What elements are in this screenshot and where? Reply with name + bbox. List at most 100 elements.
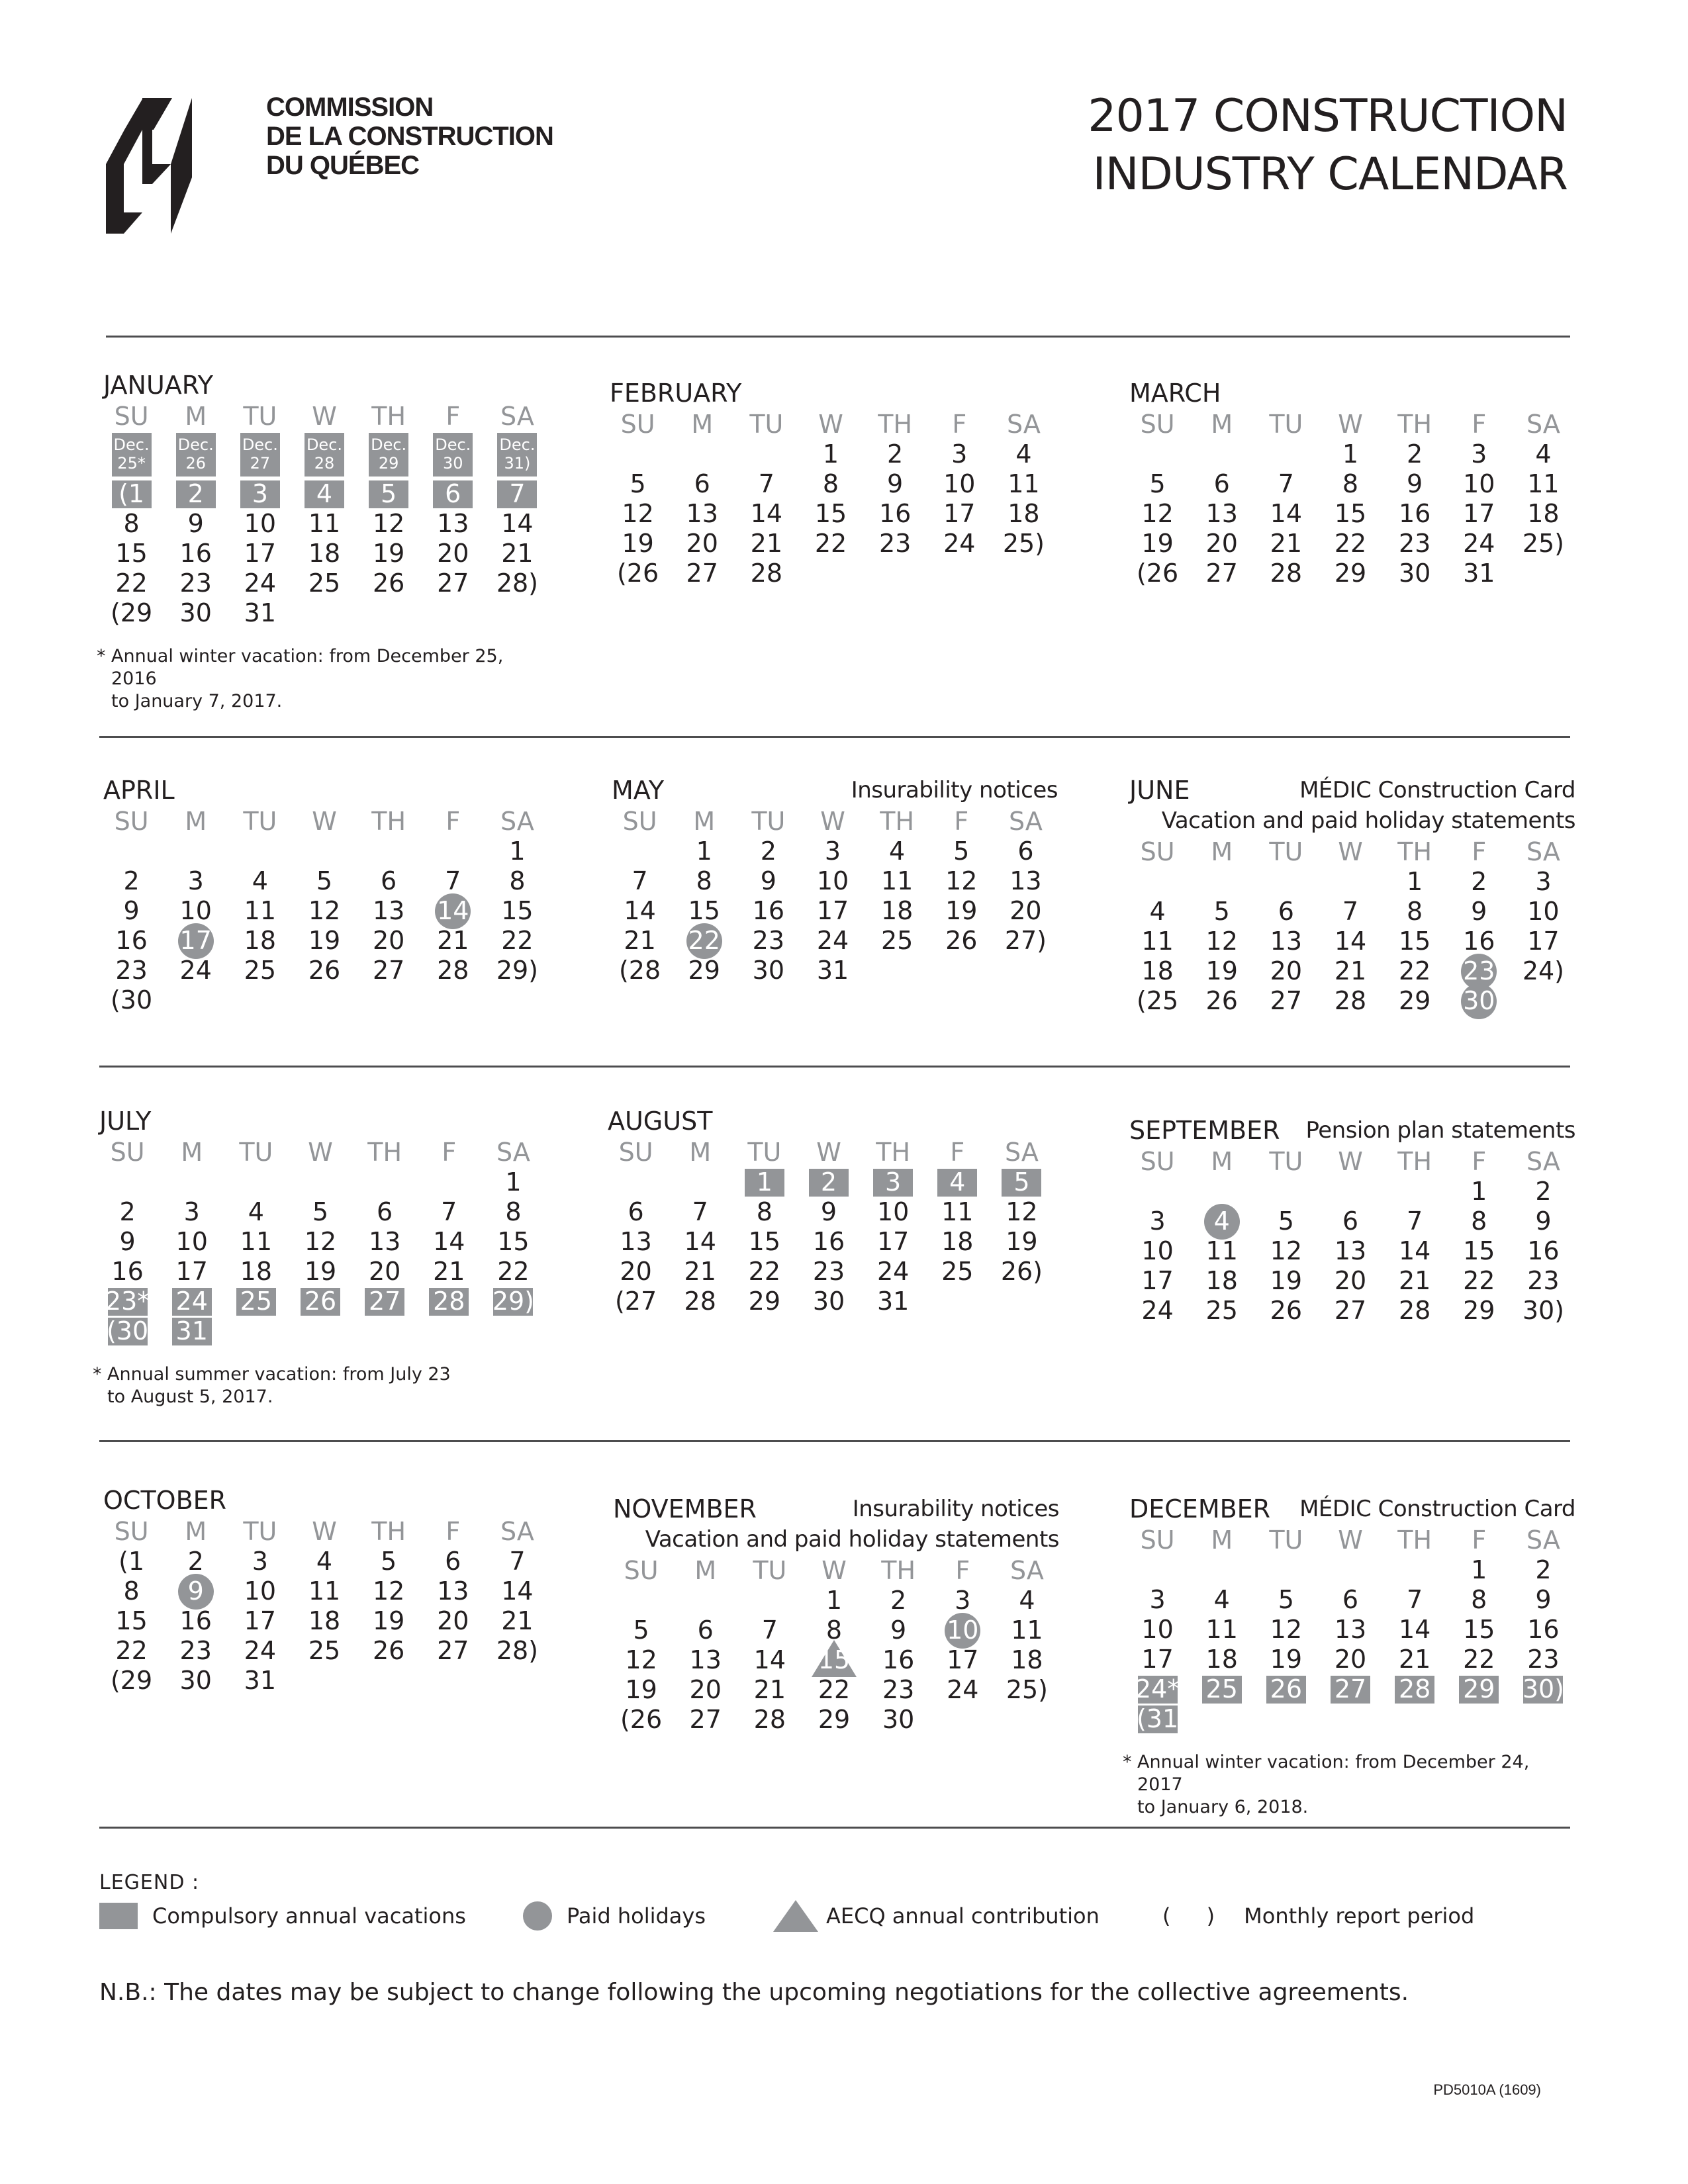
calendar-day[interactable]: (29 <box>99 1666 164 1696</box>
calendar-day[interactable]: 21 <box>1254 529 1318 559</box>
calendar-day[interactable]: 19 <box>929 896 994 926</box>
calendar-day[interactable]: 16 <box>164 1606 228 1636</box>
calendar-day[interactable]: 10 <box>228 509 292 539</box>
calendar-day[interactable]: 11 <box>992 469 1056 499</box>
calendar-day[interactable]: 21 <box>421 926 485 956</box>
calendar-day[interactable]: 12 <box>1254 1615 1318 1645</box>
calendar-day[interactable]: 1 <box>485 837 549 866</box>
calendar-day[interactable]: 10 <box>164 896 228 926</box>
calendar-day[interactable]: 15 <box>1447 1615 1511 1645</box>
calendar-day[interactable]: 5 <box>1125 469 1190 499</box>
calendar-day[interactable]: 4 <box>992 439 1056 469</box>
calendar-day[interactable]: 8 <box>1318 469 1382 499</box>
calendar-day[interactable]: 31 <box>228 598 292 628</box>
calendar-day[interactable]: 16 <box>796 1227 861 1257</box>
calendar-day[interactable]: 17 <box>1511 927 1575 956</box>
calendar-day[interactable]: 20 <box>1318 1645 1382 1674</box>
calendar-day[interactable]: 22 <box>798 529 863 559</box>
calendar-day[interactable]: 14 <box>1383 1236 1447 1266</box>
calendar-day[interactable]: 18 <box>292 1606 356 1636</box>
calendar-day[interactable]: 18 <box>292 539 356 569</box>
calendar-day[interactable]: 19 <box>288 1257 352 1287</box>
calendar-day[interactable]: 18 <box>865 896 929 926</box>
calendar-day[interactable]: 13 <box>994 866 1058 896</box>
calendar-day[interactable]: 19 <box>357 539 421 569</box>
calendar-day[interactable]: 24 <box>228 1636 292 1666</box>
calendar-day[interactable]: 20 <box>1254 956 1318 986</box>
calendar-day[interactable]: 11 <box>228 896 292 926</box>
calendar-day[interactable]: 10 <box>1125 1236 1190 1266</box>
calendar-day[interactable]: 15 <box>1318 499 1382 529</box>
calendar-day[interactable]: 5 <box>1254 1206 1318 1236</box>
calendar-day[interactable]: 1 <box>802 1586 866 1615</box>
calendar-day[interactable]: 8 <box>1383 897 1447 927</box>
calendar-day[interactable]: 23 <box>1383 529 1447 559</box>
calendar-day[interactable]: 10 <box>1125 1615 1190 1645</box>
calendar-day[interactable]: 18 <box>992 499 1056 529</box>
calendar-day[interactable]: 19 <box>609 1675 673 1705</box>
calendar-day[interactable]: 7 <box>1254 469 1318 499</box>
calendar-day[interactable]: 7 <box>417 1197 481 1227</box>
calendar-day[interactable]: (30 <box>95 1316 160 1346</box>
calendar-day[interactable]: 28 <box>1383 1296 1447 1326</box>
calendar-day[interactable]: 31 <box>800 956 865 985</box>
calendar-day[interactable]: 28) <box>485 1636 549 1666</box>
calendar-day[interactable]: 13 <box>421 509 485 539</box>
calendar-day[interactable]: 23 <box>736 926 800 956</box>
calendar-day[interactable]: 12 <box>1125 499 1190 529</box>
calendar-day[interactable]: 1 <box>481 1167 545 1197</box>
calendar-day[interactable]: 9 <box>1447 897 1511 927</box>
calendar-day[interactable]: 7 <box>485 479 549 509</box>
calendar-day[interactable]: 29 <box>732 1287 796 1316</box>
calendar-day[interactable]: 22 <box>732 1257 796 1287</box>
calendar-day[interactable]: 5 <box>288 1197 352 1227</box>
calendar-day[interactable]: 14 <box>421 893 485 929</box>
calendar-day[interactable]: 17 <box>800 896 865 926</box>
calendar-day[interactable]: 13 <box>673 1645 737 1675</box>
calendar-day[interactable]: 26 <box>357 1636 421 1666</box>
calendar-day[interactable]: 7 <box>1318 897 1382 927</box>
calendar-day[interactable]: 2 <box>164 1547 228 1576</box>
calendar-day[interactable]: 17 <box>228 539 292 569</box>
calendar-day[interactable]: 21 <box>1318 956 1382 986</box>
calendar-day[interactable]: 3 <box>1125 1206 1190 1236</box>
calendar-day[interactable]: 8 <box>1447 1206 1511 1236</box>
calendar-day[interactable]: 24 <box>164 956 228 985</box>
calendar-day[interactable]: 31 <box>160 1316 224 1346</box>
calendar-day[interactable]: 12 <box>288 1227 352 1257</box>
calendar-day[interactable]: 12 <box>292 896 356 926</box>
calendar-day[interactable]: 2 <box>99 866 164 896</box>
calendar-day[interactable]: 14 <box>485 1576 549 1606</box>
calendar-day[interactable]: 30 <box>164 1666 228 1696</box>
calendar-day[interactable]: 23 <box>863 529 927 559</box>
calendar-day[interactable]: 17 <box>927 499 992 529</box>
calendar-day[interactable]: 2 <box>796 1167 861 1197</box>
calendar-day[interactable]: 3 <box>1125 1585 1190 1615</box>
calendar-day[interactable]: 5 <box>357 479 421 509</box>
calendar-day[interactable]: 4 <box>1190 1203 1254 1240</box>
calendar-day[interactable]: 19 <box>292 926 356 956</box>
calendar-day[interactable]: 6 <box>1318 1206 1382 1236</box>
calendar-day[interactable]: 1 <box>1383 867 1447 897</box>
calendar-day[interactable]: 17 <box>1447 499 1511 529</box>
calendar-day[interactable]: 25 <box>228 956 292 985</box>
calendar-day[interactable]: 19 <box>990 1227 1054 1257</box>
calendar-day[interactable]: 15 <box>672 896 736 926</box>
calendar-day[interactable]: (28 <box>608 956 672 985</box>
calendar-day[interactable]: 1 <box>798 439 863 469</box>
calendar-day[interactable]: (27 <box>604 1287 668 1316</box>
calendar-day[interactable]: 30 <box>1383 559 1447 588</box>
calendar-day[interactable]: 9 <box>863 469 927 499</box>
calendar-day[interactable]: 26 <box>1190 986 1254 1016</box>
calendar-day[interactable]: 28 <box>421 956 485 985</box>
calendar-day[interactable]: 9 <box>164 509 228 539</box>
calendar-day[interactable]: 8 <box>481 1197 545 1227</box>
calendar-day[interactable]: 10 <box>228 1576 292 1606</box>
calendar-day[interactable]: 23 <box>164 569 228 598</box>
calendar-day[interactable]: 28 <box>1318 986 1382 1016</box>
calendar-day[interactable]: 7 <box>734 469 798 499</box>
calendar-day[interactable]: 13 <box>1318 1615 1382 1645</box>
calendar-day[interactable]: 27 <box>1254 986 1318 1016</box>
calendar-day[interactable]: 21 <box>485 539 549 569</box>
calendar-day[interactable]: 12 <box>990 1197 1054 1227</box>
